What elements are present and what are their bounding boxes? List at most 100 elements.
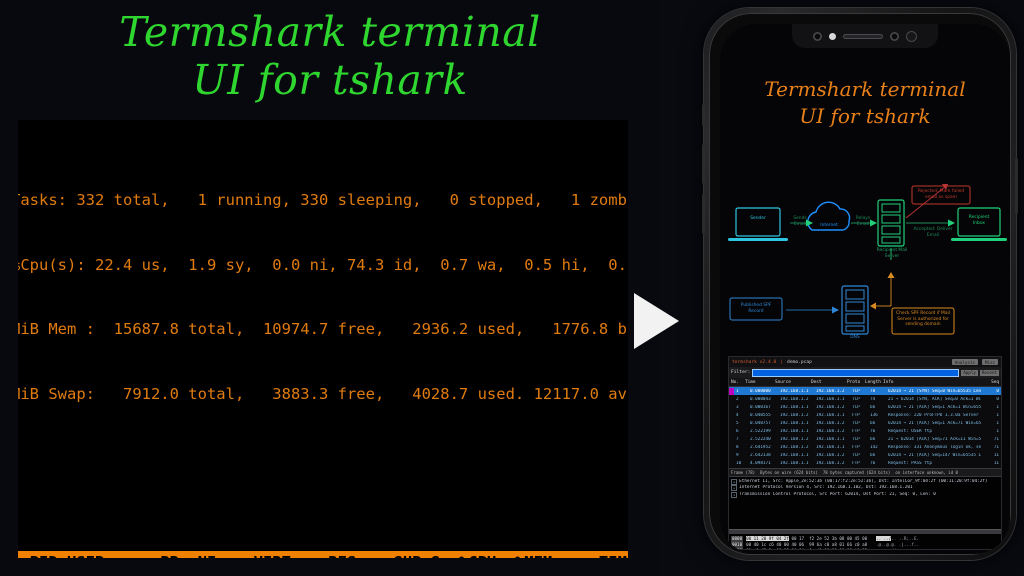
packet-cell-info: Response: 331 Anonymous login ok, send y… — [888, 445, 981, 451]
top-summary-mem: MiB Mem : 15687.8 total, 10974.7 free, 2… — [18, 320, 628, 339]
expand-icon[interactable]: + — [731, 485, 738, 492]
phone-mute-switch[interactable] — [702, 104, 705, 126]
packet-row[interactable]: 10 4.098171 192.168.1.1 192.168.1.2 FTP 76 Req… — [729, 460, 1001, 468]
col-header-time[interactable]: Time — [743, 380, 773, 385]
top-terminal-window[interactable]: Tasks: 332 total, 1 running, 330 sleepin… — [18, 120, 628, 558]
packet-cell-seq: 1 — [996, 429, 999, 435]
packet-detail-pane[interactable]: + Ethernet II, Src: Apple_2e:52:3b (00:17… — [729, 476, 1001, 529]
packet-cell-src: 192.168.1.2 — [780, 412, 809, 418]
packet-row[interactable]: 9 2.642138 192.168.1.1 192.168.1.2 TCP 66 6201… — [729, 452, 1001, 460]
packet-cell-no: 9 — [736, 453, 739, 459]
packet-cell-proto: TCP — [852, 396, 860, 402]
detail-row[interactable]: + Transmission Control Protocol, Src Port… — [731, 491, 999, 498]
phone-screen[interactable]: Termshark terminal UI for tshark Sender … — [720, 24, 1010, 554]
packet-cell-time: 2.642138 — [750, 453, 771, 459]
packet-cell-info: 21 → 62014 [SYN, ACK] Seq=0 Ack=1 Win=57… — [888, 396, 981, 402]
packet-cell-seq: 1 — [996, 420, 999, 426]
termshark-screenshot[interactable]: termshark v2.4.0 | demo.pcap Analysis Mi… — [728, 356, 1002, 550]
packet-list-body[interactable]: 1 0.000000 192.168.1.1 192.168.1.2 TCP 78 6201… — [729, 387, 1001, 468]
termshark-menu-analysis[interactable]: Analysis — [951, 359, 978, 365]
packet-cell-seq: 0 — [996, 388, 999, 394]
diagram-sender-label: Sender — [750, 216, 766, 221]
packet-cell-seq: 71 — [993, 437, 999, 443]
slide-canvas: Termshark terminal UI for tshark Tasks: … — [0, 0, 1024, 576]
packet-cell-no: 5 — [736, 420, 739, 426]
diagram-internet-label: Internet — [820, 223, 838, 228]
diagram-spf-record-label: Published SPF Record — [740, 303, 772, 314]
packet-cell-src: 192.168.1.1 — [780, 420, 809, 426]
packet-cell-proto: TCP — [852, 404, 860, 410]
col-header-seq[interactable]: Seq — [981, 380, 1001, 385]
packet-cell-proto: TCP — [852, 437, 860, 443]
packet-cell-dst: 192.168.1.1 — [816, 396, 845, 402]
col-header-info[interactable]: Info — [881, 380, 981, 385]
col-header-dest[interactable]: Dest — [809, 380, 845, 385]
packet-cell-time: 2.641952 — [750, 445, 771, 451]
diagram-dns-caption: DNS — [850, 335, 860, 340]
filter-apply-button[interactable]: Apply — [961, 369, 978, 376]
termshark-menu-misc[interactable]: Misc — [981, 359, 998, 365]
termshark-app-title: termshark v2.4.0 — [732, 359, 777, 365]
diagram-svg — [728, 184, 1007, 335]
detail-tab[interactable]: 78 bytes captured (624 bits) — [823, 470, 890, 475]
expand-icon[interactable]: + — [731, 478, 738, 485]
ir-dot-icon — [829, 32, 836, 40]
packet-row[interactable]: 3 0.000167 192.168.1.1 192.168.1.2 TCP 66 6201… — [729, 403, 1001, 411]
packet-row[interactable]: 2 0.000043 192.168.1.2 192.168.1.1 TCP 74 21 →… — [729, 395, 1001, 403]
packet-cell-dst: 192.168.1.1 — [816, 437, 845, 443]
proximity-ring-icon — [890, 31, 899, 41]
packet-cell-len: 66 — [870, 404, 876, 410]
termshark-title-separator: | — [780, 359, 784, 365]
page-title: Termshark terminal UI for tshark — [119, 8, 541, 104]
detail-row-text: Transmission Control Protocol, Src Port:… — [739, 491, 936, 497]
packet-cell-src: 192.168.1.1 — [780, 388, 809, 394]
packet-cell-no: 10 — [736, 461, 742, 467]
packet-row[interactable]: 4 0.040555 192.168.1.2 192.168.1.1 FTP 136 Res… — [729, 411, 1001, 419]
col-header-length[interactable]: Length — [863, 380, 881, 385]
diagram-flow3-label: Accepted: Deliver Email — [913, 227, 953, 238]
col-header-no[interactable]: No. — [729, 380, 743, 385]
packet-cell-proto: FTP — [852, 461, 860, 467]
packet-row[interactable]: 6 2.522199 192.168.1.1 192.168.1.2 FTP 76 Requ… — [729, 427, 1001, 435]
termshark-titlebar: termshark v2.4.0 | demo.pcap Analysis Mi… — [729, 357, 1001, 367]
filter-input[interactable] — [752, 368, 960, 377]
packet-row[interactable]: 1 0.000000 192.168.1.1 192.168.1.2 TCP 78 6201… — [729, 387, 1001, 396]
sender-laptop-icon — [728, 207, 788, 241]
phone-volume-up-button[interactable] — [702, 144, 705, 184]
col-header-source[interactable]: Source — [773, 380, 809, 385]
packet-cell-len: 66 — [870, 437, 876, 443]
expand-icon[interactable]: + — [731, 491, 738, 498]
col-header-proto[interactable]: Proto — [845, 380, 863, 385]
packet-cell-seq: 0 — [996, 396, 999, 402]
packet-cell-no: 1 — [736, 388, 739, 394]
filter-recent-button[interactable]: Recent — [979, 369, 999, 376]
packet-cell-dst: 192.168.1.1 — [816, 445, 845, 451]
packet-detail-tabs: Frame (78) Bytes on wire (624 bits) 78 byt… — [729, 467, 1001, 477]
packet-cell-time: 0.040757 — [750, 420, 771, 426]
packet-cell-len: 78 — [870, 388, 876, 394]
phone-power-button[interactable] — [1015, 158, 1018, 214]
packet-cell-src: 192.168.1.1 — [780, 404, 809, 410]
hex-dump-pane[interactable]: 0000 00 11 20 9f 04 2f 00 17 f2 2e 52 3b … — [729, 533, 1001, 549]
packet-cell-time: 0.040555 — [750, 412, 771, 418]
hex-bytes: 01 c9 f2 3e 00 15 64 64 6e d9 00 00 00 0… — [746, 548, 867, 549]
right-arrow-icon — [634, 293, 679, 349]
spf-flow-diagram: Sender Internet Recipient Mail Server Re… — [720, 182, 1010, 354]
phone-bezel: Termshark terminal UI for tshark Sender … — [709, 13, 1011, 555]
packet-row[interactable]: 8 2.641952 192.168.1.2 192.168.1.1 FTP 142 Res… — [729, 444, 1001, 452]
packet-cell-seq: 1 — [996, 404, 999, 410]
detail-tab[interactable]: on interface unknown, id 0 — [895, 470, 958, 475]
packet-row[interactable]: 5 0.040757 192.168.1.1 192.168.1.2 TCP 66 6201… — [729, 419, 1001, 427]
packet-cell-proto: TCP — [852, 420, 860, 426]
packet-cell-info: Request: USER ftp — [888, 429, 932, 435]
packet-cell-seq: 11 — [993, 461, 999, 467]
detail-tab[interactable]: Frame (78) — [731, 470, 755, 475]
packet-cell-info: 62014 → 21 [ACK] Seq=1 Ack=1 Win=65535 L… — [888, 404, 981, 410]
phone-volume-down-button[interactable] — [702, 194, 705, 234]
top-summary-tasks: Tasks: 332 total, 1 running, 330 sleepin… — [18, 190, 628, 209]
diagram-flow2-label: Relays Email — [855, 216, 871, 227]
packet-row[interactable]: 7 2.522240 192.168.1.2 192.168.1.1 TCP 66 21 →… — [729, 436, 1001, 444]
hex-ascii: ...>..dd n....... — [876, 548, 919, 549]
top-summary-swap: MiB Swap: 7912.0 total, 3883.3 free, 402… — [18, 385, 628, 404]
detail-tab[interactable]: Bytes on wire (624 bits) — [760, 470, 818, 475]
